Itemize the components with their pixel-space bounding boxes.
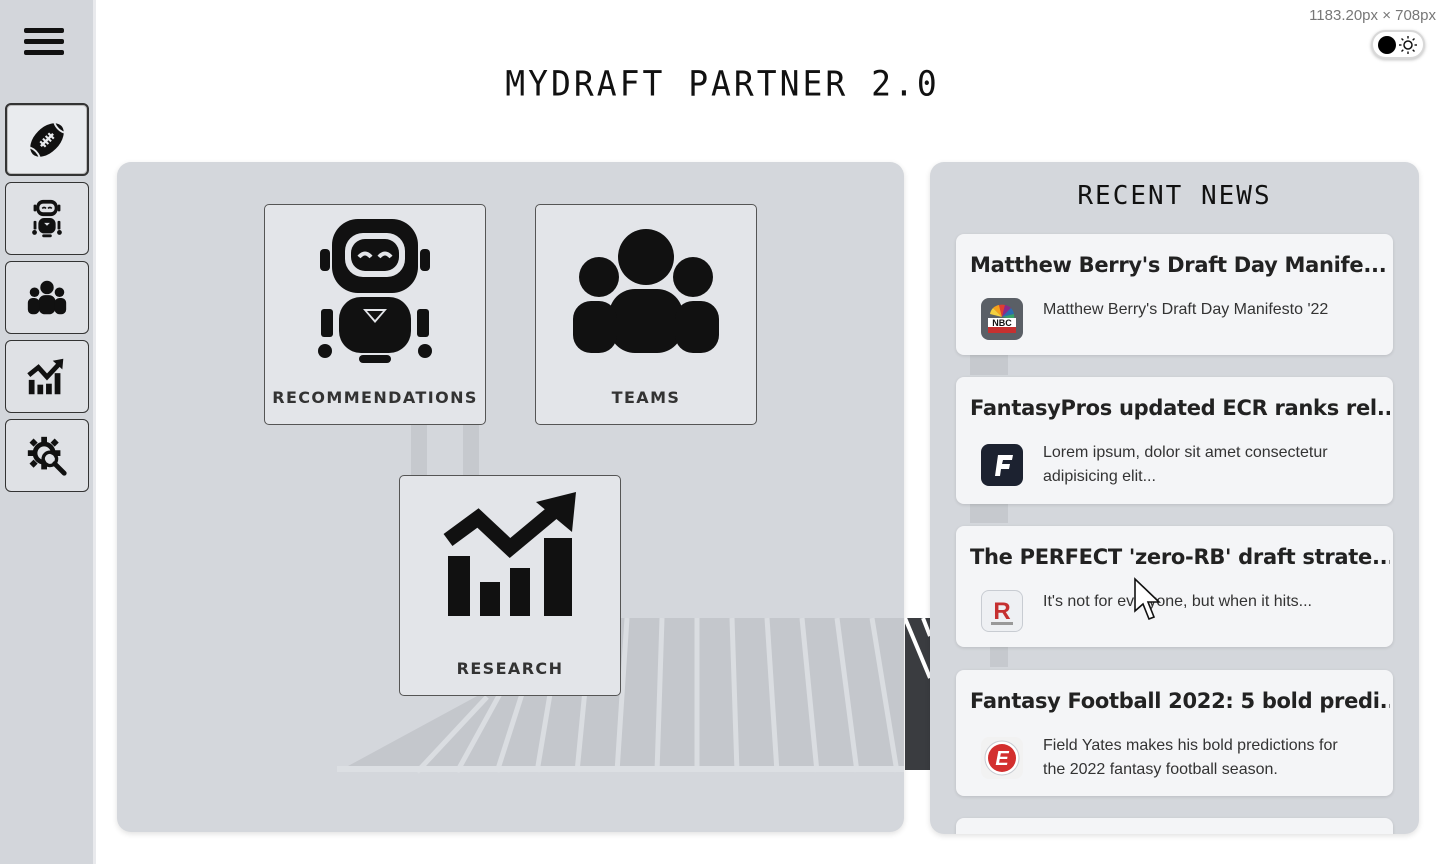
tile-recommendations[interactable]: RECOMMENDATIONS — [264, 204, 486, 425]
news-summary: Matthew Berry's Draft Day Manifesto '22 — [1043, 301, 1329, 318]
field-edge-strip — [905, 618, 930, 770]
sidebar-item-research[interactable] — [5, 340, 89, 413]
users-group-icon — [573, 229, 719, 353]
nbc-sports-logo: NBC — [981, 298, 1023, 340]
sidebar-item-teams[interactable] — [5, 261, 89, 334]
news-card[interactable]: Matthew Berry's Draft Day Manife... NBC … — [956, 234, 1393, 355]
sun-icon — [1399, 36, 1417, 54]
tile-label: RESEARCH — [456, 659, 564, 678]
page-title: MYDRAFT PARTNER 2.0 — [505, 63, 940, 104]
tile-research[interactable]: RESEARCH — [399, 475, 621, 696]
main-panel: RECOMMENDATIONS TEAMS RESEARCH — [117, 162, 904, 832]
panel-divider — [990, 647, 1008, 667]
sidebar-item-home[interactable] — [5, 103, 89, 176]
sidebar — [0, 0, 96, 864]
rotoworld-logo: R — [981, 590, 1023, 632]
news-card[interactable] — [956, 818, 1393, 834]
sidebar-item-recommendations[interactable] — [5, 182, 89, 255]
robot-icon — [318, 219, 432, 363]
news-card[interactable]: Fantasy Football 2022: 5 bold predi... E… — [956, 670, 1393, 796]
news-card[interactable]: The PERFECT 'zero-RB' draft strate... R … — [956, 526, 1393, 647]
tile-teams[interactable]: TEAMS — [535, 204, 757, 425]
theme-toggle[interactable] — [1371, 30, 1425, 59]
hamburger-menu-icon[interactable] — [24, 28, 64, 60]
news-headline: Fantasy Football 2022: 5 bold predi... — [970, 689, 1390, 713]
sidebar-item-settings[interactable] — [5, 419, 89, 492]
svg-text:NBC: NBC — [992, 318, 1012, 328]
robot-icon — [32, 199, 62, 237]
users-group-icon — [27, 280, 67, 314]
espn-logo: E — [981, 737, 1023, 779]
chart-trend-icon — [27, 358, 64, 394]
viewport-size-readout: 1183.20px × 708px — [1309, 7, 1436, 24]
fantasypros-logo — [981, 444, 1023, 486]
panel-divider — [970, 503, 1008, 523]
news-section-title: RECENT NEWS — [1077, 181, 1272, 211]
news-summary: It's not for everyone, but when it hits.… — [1043, 593, 1312, 610]
football-icon — [29, 122, 65, 157]
gear-search-icon — [27, 436, 67, 476]
news-headline: The PERFECT 'zero-RB' draft strate... — [970, 545, 1390, 569]
svg-text:R: R — [993, 598, 1010, 625]
panel-divider — [970, 355, 1008, 375]
news-headline: FantasyPros updated ECR ranks rel... — [970, 396, 1390, 420]
toggle-knob — [1378, 36, 1396, 54]
news-card[interactable]: FantasyPros updated ECR ranks rel... Lor… — [956, 377, 1393, 504]
svg-text:E: E — [995, 748, 1009, 770]
tile-label: RECOMMENDATIONS — [272, 388, 478, 407]
news-panel: RECENT NEWS Matthew Berry's Draft Day Ma… — [930, 162, 1419, 834]
chart-trend-icon — [443, 492, 576, 616]
news-summary: Field Yates makes his bold predictions f… — [1043, 737, 1338, 778]
news-summary: Lorem ipsum, dolor sit amet consectetur … — [1043, 444, 1328, 485]
tile-label: TEAMS — [611, 388, 681, 407]
news-headline: Matthew Berry's Draft Day Manife... — [970, 253, 1387, 277]
